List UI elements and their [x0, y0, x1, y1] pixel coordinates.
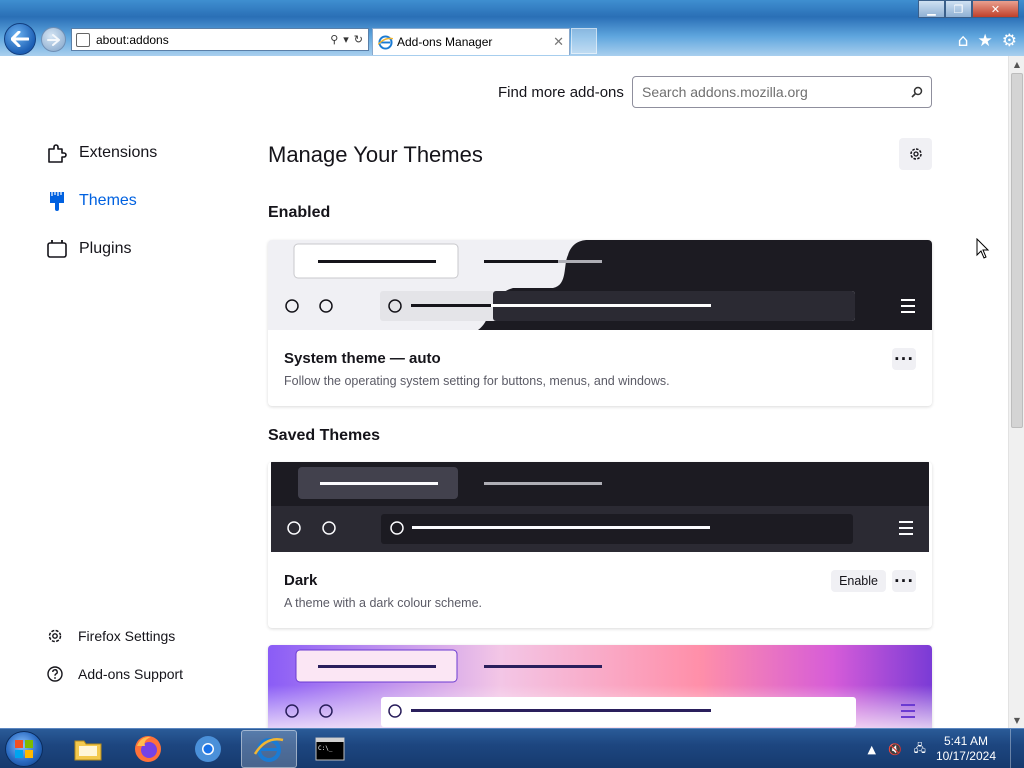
search-input[interactable]	[642, 84, 911, 100]
addons-support-label: Add-ons Support	[78, 666, 184, 682]
system-tray: ▲ 🔇 🖧 5:41 AM 10/17/2024	[856, 729, 1024, 768]
sidebar-item-label: Extensions	[79, 144, 158, 161]
network-icon[interactable]: 🖧	[914, 740, 926, 759]
address-bar[interactable]: about:addons ⚲ ▾ ↻	[71, 28, 369, 51]
addons-support-link[interactable]: Add-ons Support	[46, 665, 183, 683]
theme-name: Dark	[284, 572, 318, 589]
close-tab-icon[interactable]: ✕	[553, 35, 564, 50]
vertical-scrollbar[interactable]: ▲ ▼	[1008, 56, 1024, 728]
show-desktop-button[interactable]	[1010, 729, 1024, 768]
tab-title: Add-ons Manager	[397, 35, 493, 49]
theme-preview	[268, 462, 932, 552]
addons-search-box[interactable]	[632, 76, 932, 108]
gear-icon[interactable]: ⚙	[1002, 31, 1017, 51]
gear-icon	[909, 148, 922, 160]
firefox-settings-label: Firefox Settings	[78, 628, 176, 644]
tools-menu-button[interactable]	[899, 138, 932, 170]
svg-text:C:\_: C:\_	[318, 745, 333, 752]
windows-logo-icon	[15, 740, 33, 758]
start-button[interactable]	[5, 731, 43, 767]
clock-date: 10/17/2024	[935, 749, 996, 763]
page-title: Manage Your Themes	[268, 142, 483, 167]
browser-chrome: about:addons ⚲ ▾ ↻ Add-ons Manager ✕ ▁ ❐…	[0, 0, 1024, 56]
taskbar-file-explorer[interactable]	[60, 730, 116, 768]
theme-card-dark[interactable]: Dark A theme with a dark colour scheme. …	[268, 462, 932, 628]
refresh-icon[interactable]: ↻	[354, 33, 363, 46]
help-icon	[47, 666, 63, 682]
theme-card-system[interactable]: System theme — auto Follow the operating…	[268, 240, 932, 406]
taskbar-firefox[interactable]	[120, 730, 176, 768]
enabled-section-heading: Enabled	[268, 204, 331, 221]
theme-description: Follow the operating system setting for …	[284, 374, 670, 388]
brush-icon	[50, 192, 64, 211]
chevron-up-icon[interactable]: ▲	[868, 743, 876, 756]
minimize-button[interactable]: ▁	[918, 0, 945, 18]
taskbar-internet-explorer[interactable]	[241, 730, 297, 768]
arrow-left-icon	[11, 31, 29, 47]
forward-button[interactable]	[41, 27, 66, 52]
theme-preview	[268, 240, 932, 330]
sidebar-item-label: Plugins	[79, 240, 132, 257]
theme-description: A theme with a dark colour scheme.	[284, 596, 483, 610]
home-icon[interactable]: ⌂	[958, 31, 969, 51]
clock[interactable]: 5:41 AM 10/17/2024	[936, 734, 996, 764]
volume-muted-icon[interactable]: 🔇	[888, 743, 902, 756]
ie-tab-icon	[378, 34, 393, 50]
close-window-button[interactable]: ✕	[972, 0, 1019, 18]
sidebar-item-plugins[interactable]: Plugins	[46, 238, 131, 260]
plugin-icon	[47, 240, 67, 258]
firefox-settings-link[interactable]: Firefox Settings	[46, 627, 175, 645]
page-viewport: Find more add-ons Extensions Themes Plug…	[0, 56, 1008, 728]
new-tab-button[interactable]	[571, 28, 597, 54]
theme-preview	[268, 645, 932, 728]
maximize-button[interactable]: ❐	[945, 0, 972, 18]
sidebar-item-label: Themes	[79, 192, 137, 209]
internet-explorer-icon	[254, 738, 284, 762]
theme-name: System theme — auto	[284, 350, 441, 367]
firefox-icon	[135, 736, 161, 762]
theme-card-colorful[interactable]	[268, 645, 932, 728]
chrome-icon	[195, 736, 221, 762]
search-icon[interactable]: ⚲	[330, 33, 338, 46]
gear-icon	[48, 629, 62, 643]
window-controls: ▁ ❐ ✕	[918, 0, 1019, 18]
scrollbar-thumb[interactable]	[1011, 73, 1023, 428]
address-url[interactable]: about:addons	[96, 33, 330, 47]
taskbar: C:\_ ▲ 🔇 🖧 5:41 AM 10/17/2024	[0, 728, 1024, 768]
clock-time: 5:41 AM	[943, 734, 988, 748]
cmd-icon: C:\_	[315, 737, 345, 761]
more-options-button[interactable]: ···	[892, 570, 916, 592]
taskbar-cmd[interactable]: C:\_	[302, 730, 358, 768]
scroll-down-icon[interactable]: ▼	[1009, 712, 1024, 728]
chevron-down-icon[interactable]: ▾	[343, 33, 349, 46]
find-more-label: Find more add-ons	[498, 84, 624, 101]
page-icon	[76, 32, 90, 47]
taskbar-chrome[interactable]	[180, 730, 236, 768]
toolbar-icons: ⌂ ★ ⚙	[958, 31, 1017, 51]
mouse-cursor-icon	[976, 238, 990, 259]
tab-addons-manager[interactable]: Add-ons Manager ✕	[372, 28, 570, 55]
sidebar-item-extensions[interactable]: Extensions	[46, 142, 157, 164]
scroll-up-icon[interactable]: ▲	[1009, 56, 1024, 72]
saved-themes-heading: Saved Themes	[268, 427, 381, 444]
search-icon	[911, 86, 923, 98]
enable-theme-button[interactable]: Enable	[831, 570, 886, 592]
sidebar-item-themes[interactable]: Themes	[46, 190, 137, 212]
star-icon[interactable]: ★	[978, 31, 993, 51]
file-explorer-icon	[74, 740, 102, 761]
arrow-right-icon	[47, 33, 60, 46]
back-button[interactable]	[4, 23, 36, 55]
puzzle-icon	[48, 144, 67, 163]
more-options-button[interactable]: ···	[892, 348, 916, 370]
